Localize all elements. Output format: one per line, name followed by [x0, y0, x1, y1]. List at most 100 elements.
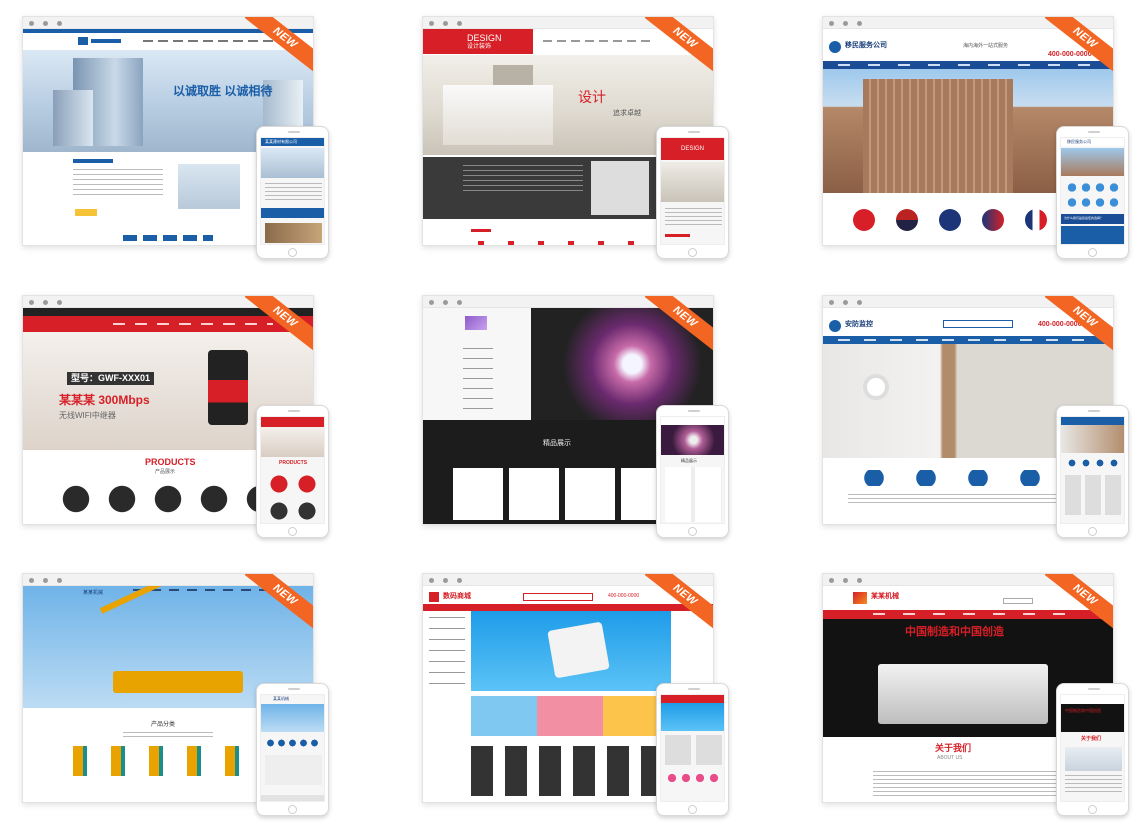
template-card-4[interactable]: 型号：GWF-XXX01 某某某 300Mbps 无线WIFI中继器 PRODU…: [22, 295, 329, 538]
phone-brand: DESIGN: [681, 146, 705, 152]
flag-icon: [939, 209, 961, 231]
template-card-6[interactable]: 安防监控 400-000-0000 NEW: [822, 295, 1129, 538]
template-card-8[interactable]: 数码商城 400-000-0000 NEW: [422, 573, 729, 816]
new-badge: NEW: [1045, 574, 1113, 633]
jewelry-grid: [453, 468, 683, 520]
window-dot-icon: [43, 300, 48, 305]
window-dot-icon: [57, 21, 62, 26]
phone-company: 移民服务公司: [1067, 139, 1091, 144]
mobile-preview: 精品展示: [656, 405, 729, 538]
mobile-preview: [1056, 405, 1129, 538]
window-dot-icon: [429, 21, 434, 26]
hero-title: 中国制造和中国创造: [905, 626, 1004, 638]
camera-product: [863, 374, 889, 400]
product-model: 型号：GWF-XXX01: [67, 372, 155, 385]
product-subtitle: 无线WIFI中继器: [59, 411, 116, 420]
logo-icon: [853, 592, 867, 604]
crane-truck: [113, 671, 243, 693]
template-card-7[interactable]: 某某机械 产品分类 NEW 某某机械: [22, 573, 329, 816]
new-badge: NEW: [645, 574, 713, 633]
logo-block: DESIGN 设计装饰: [423, 29, 533, 54]
flag-icon: [896, 209, 918, 231]
window-dot-icon: [457, 300, 462, 305]
window-dot-icon: [443, 21, 448, 26]
new-badge: NEW: [1045, 17, 1113, 76]
window-dot-icon: [857, 21, 862, 26]
window-dot-icon: [843, 300, 848, 305]
flag-icon: [982, 209, 1004, 231]
window-dot-icon: [43, 21, 48, 26]
phone-hero: 中国制造和中国创造: [1065, 708, 1101, 713]
section-title-cn: 产品展示: [155, 469, 176, 475]
logo-icon: [78, 37, 88, 45]
window-dot-icon: [829, 578, 834, 583]
phone-banner: 为什么我们是您最佳的选择？: [1064, 216, 1104, 220]
window-dot-icon: [429, 578, 434, 583]
new-badge: NEW: [245, 296, 313, 355]
window-dot-icon: [829, 21, 834, 26]
hero-slogan: 以诚取胜 以诚相待: [173, 84, 273, 98]
mobile-preview: 某某机械: [256, 683, 329, 816]
phone-about: 关于我们: [1081, 736, 1102, 742]
brand-name: 某某机械: [83, 590, 104, 596]
new-badge: NEW: [645, 17, 713, 76]
phone-title: 某某建材有限公司: [265, 139, 297, 144]
window-dot-icon: [29, 300, 34, 305]
mobile-preview: 某某建材有限公司: [256, 126, 329, 259]
section-title: 精品展示: [543, 440, 571, 447]
hero-subtitle: 追求卓越: [613, 110, 641, 117]
hero-banner: [471, 611, 671, 691]
window-dot-icon: [843, 21, 848, 26]
search-input[interactable]: [943, 320, 1013, 328]
header-slogan: 海内海外一站式服务: [963, 43, 1009, 49]
window-dot-icon: [857, 300, 862, 305]
logo-icon: [829, 320, 841, 332]
phone-product-grid: [471, 746, 671, 796]
template-gallery: 以诚取胜 以诚相待 NEW 某某建材有限公司 DESIGN 设计装饰 设计 追求…: [0, 0, 1145, 828]
template-card-5[interactable]: 精品展示 NEW 精品展示: [422, 295, 729, 538]
phone-label: 精品展示: [681, 458, 697, 463]
brand-subtitle: 设计装饰: [467, 44, 492, 50]
window-dot-icon: [829, 300, 834, 305]
mobile-preview: DESIGN: [656, 126, 729, 259]
feature-icons: [848, 470, 1088, 486]
search-input[interactable]: [523, 593, 593, 601]
mobile-preview: PRODUCTS: [256, 405, 329, 538]
phone-brand: 某某机械: [273, 696, 289, 701]
about-title-en: ABOUT US: [937, 755, 963, 761]
promo-tiles: [471, 696, 671, 736]
logo-icon: [429, 592, 439, 602]
section-title: 产品分类: [151, 722, 176, 728]
mobile-preview: 中国制造和中国创造 关于我们: [1056, 683, 1129, 816]
flag-icon: [853, 209, 875, 231]
logo-icon: [829, 41, 841, 53]
window-dot-icon: [429, 300, 434, 305]
window-dot-icon: [457, 21, 462, 26]
template-card-3[interactable]: 移民服务公司 海内海外一站式服务 400-000-0000 NEW 移民服务公司…: [822, 16, 1129, 259]
template-card-9[interactable]: 某某机械 中国制造和中国创造 关于我们 ABOUT US NEW 中国制造和中国…: [822, 573, 1129, 816]
machinery-list: [73, 746, 283, 776]
window-dot-icon: [457, 578, 462, 583]
brand-name: DESIGN: [467, 33, 502, 43]
brand-name: 数码商城: [443, 593, 471, 600]
window-dot-icon: [57, 300, 62, 305]
template-card-1[interactable]: 以诚取胜 以诚相待 NEW 某某建材有限公司: [22, 16, 329, 259]
window-dot-icon: [443, 300, 448, 305]
section-title-en: PRODUCTS: [145, 457, 196, 467]
logo: [91, 39, 121, 43]
flag-icon: [1025, 209, 1047, 231]
mobile-preview: [656, 683, 729, 816]
about-title: 关于我们: [935, 743, 972, 753]
window-dot-icon: [29, 578, 34, 583]
new-badge: NEW: [245, 17, 313, 76]
window-dot-icon: [29, 21, 34, 26]
phone-section: PRODUCTS: [279, 460, 308, 466]
window-dot-icon: [43, 578, 48, 583]
sidebar-menu: [423, 308, 531, 420]
machine-image: [878, 664, 1048, 724]
template-card-2[interactable]: DESIGN 设计装饰 设计 追求卓越 NEW DESIGN: [422, 16, 729, 259]
product-line: 某某某 300Mbps: [59, 393, 150, 407]
hero-title: 设计: [578, 89, 606, 105]
brand-name: 某某机械: [871, 593, 899, 600]
mobile-preview: 移民服务公司 为什么我们是您最佳的选择？: [1056, 126, 1129, 259]
